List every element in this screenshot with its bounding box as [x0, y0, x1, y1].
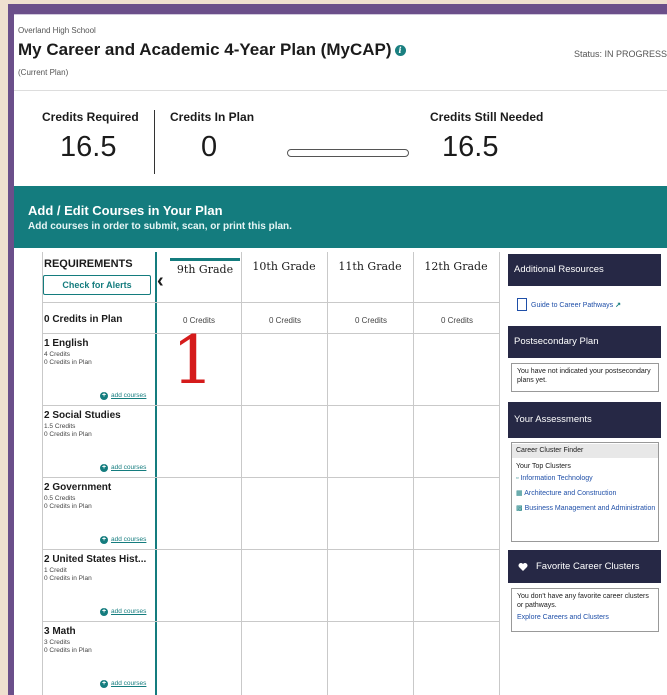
add-courses-label: add courses [111, 608, 147, 615]
add-courses-link[interactable]: + add courses [100, 608, 146, 616]
postsecondary-box: You have not indicated your postsecondar… [511, 363, 659, 392]
grid-line [42, 549, 499, 550]
subject-required-credits: 0.5 Credits [44, 495, 76, 502]
external-link-icon: ↗ [615, 302, 621, 309]
favorites-box: You don't have any favorite career clust… [511, 588, 659, 632]
credits-needed-label: Credits Still Needed [430, 110, 544, 124]
subject-name: 2 Social Studies [44, 410, 121, 421]
plus-icon: + [100, 608, 108, 616]
subject-credits-in-plan: 0 Credits in Plan [44, 431, 92, 438]
grid-line [42, 333, 499, 334]
subject-row: 2 Government 0.5 Credits 0 Credits in Pl… [44, 482, 154, 510]
assessments-heading: Your Assessments [508, 402, 661, 438]
subject-credits-in-plan: 0 Credits in Plan [44, 503, 92, 510]
grade-credits-12th: 0 Credits [440, 316, 473, 325]
subject-row: 3 Math 3 Credits 0 Credits in Plan [44, 626, 154, 654]
computer-icon: ▫ [516, 475, 519, 482]
grid-line [42, 477, 499, 478]
plus-icon: + [100, 392, 108, 400]
info-icon[interactable]: i [394, 45, 406, 56]
favorite-clusters-heading: Favorite Career Clusters [508, 550, 661, 583]
grade-credits-11th: 0 Credits [354, 316, 387, 325]
subject-row: 1 English 4 Credits 0 Credits in Plan [44, 338, 154, 366]
credits-progress-bar [287, 149, 409, 157]
guide-link[interactable]: Guide to Career Pathways ↗ [531, 301, 621, 310]
plus-icon: + [100, 536, 108, 544]
cluster-list: ▫ Information Technology ▦ Architecture … [516, 474, 656, 513]
credits-in-plan-row-label: 0 Credits in Plan [44, 314, 123, 325]
add-courses-link[interactable]: + add courses [100, 392, 146, 400]
top-clusters-label: Your Top Clusters [516, 463, 571, 470]
status-label: Status: IN PROGRESS [573, 49, 667, 59]
briefcase-icon: ▩ [516, 505, 523, 512]
cluster-label: Architecture and Construction [524, 490, 617, 497]
subject-name: 2 United States Hist... [44, 554, 147, 565]
credits-required-value: 16.5 [60, 131, 117, 163]
grade-header-10th: 10th Grade [252, 260, 316, 273]
cluster-item[interactable]: ▦ Architecture and Construction [516, 489, 656, 498]
grade-header-9th: 9th Grade [170, 258, 240, 277]
grid-line [42, 621, 499, 622]
background-strip [0, 0, 8, 695]
resources-box: Guide to Career Pathways ↗ [511, 292, 659, 322]
current-plan-label: (Current Plan) [18, 68, 69, 77]
credits-in-plan-value: 0 [201, 131, 218, 163]
document-icon [517, 298, 527, 311]
subject-credits-in-plan: 0 Credits in Plan [44, 647, 92, 654]
guide-link-label: Guide to Career Pathways [531, 302, 614, 309]
subject-credits-in-plan: 0 Credits in Plan [44, 359, 92, 366]
header-divider [14, 90, 667, 91]
credits-needed-value: 16.5 [442, 131, 499, 163]
subject-row: 2 Social Studies 1.5 Credits 0 Credits i… [44, 410, 154, 438]
explore-careers-link[interactable]: Explore Careers and Clusters [517, 613, 653, 622]
check-alerts-button[interactable]: Check for Alerts [43, 275, 151, 295]
grid-line [42, 252, 43, 695]
cluster-label: Information Technology [520, 475, 593, 482]
page-title: My Career and Academic 4-Year Plan (MyCA… [18, 40, 406, 60]
add-courses-link[interactable]: + add courses [100, 536, 146, 544]
credits-in-plan-label: Credits In Plan [170, 110, 255, 124]
add-courses-label: add courses [111, 536, 147, 543]
requirements-heading: REQUIREMENTS [44, 258, 133, 270]
banner-title: Add / Edit Courses in Your Plan [28, 203, 223, 218]
grade-header-11th: 11th Grade [338, 260, 402, 273]
grid-line [42, 405, 499, 406]
subject-required-credits: 4 Credits [44, 351, 71, 358]
chevron-left-icon[interactable]: ‹ [157, 270, 164, 293]
cluster-label: Business Management and Administration [524, 505, 656, 512]
additional-resources-heading: Additional Resources [508, 254, 661, 286]
subject-name: 2 Government [44, 482, 112, 493]
school-name: Overland High School [18, 26, 96, 35]
postsecondary-text: You have not indicated your postsecondar… [517, 368, 651, 384]
subject-required-credits: 1.5 Credits [44, 423, 76, 430]
plus-icon: + [100, 680, 108, 688]
heart-icon [518, 563, 528, 571]
credits-divider [154, 110, 155, 174]
page-title-text: My Career and Academic 4-Year Plan (MyCA… [18, 40, 392, 59]
favorites-text: You don't have any favorite career clust… [517, 593, 649, 609]
career-cluster-finder-label: Career Cluster Finder [512, 444, 658, 458]
add-courses-link[interactable]: + add courses [100, 464, 146, 472]
plus-icon: + [100, 464, 108, 472]
cluster-item[interactable]: ▩ Business Management and Administration [516, 504, 656, 513]
grade-header-12th: 12th Grade [424, 260, 488, 273]
credits-required-label: Credits Required [42, 110, 139, 124]
grade-credits-10th: 0 Credits [268, 316, 301, 325]
subject-name: 3 Math [44, 626, 76, 637]
add-courses-label: add courses [111, 464, 147, 471]
subject-name: 1 English [44, 338, 89, 349]
add-courses-link[interactable]: + add courses [100, 680, 146, 688]
subject-row: 2 United States Hist... 1 Credit 0 Credi… [44, 554, 154, 582]
banner-subtitle: Add courses in order to submit, scan, or… [28, 221, 292, 232]
add-courses-label: add courses [111, 392, 147, 399]
grid-line [42, 302, 499, 303]
subject-credits-in-plan: 0 Credits in Plan [44, 575, 92, 582]
building-icon: ▦ [516, 490, 523, 497]
postsecondary-heading: Postsecondary Plan [508, 326, 661, 358]
subject-required-credits: 3 Credits [44, 639, 71, 646]
cluster-item[interactable]: ▫ Information Technology [516, 474, 656, 483]
add-courses-label: add courses [111, 680, 147, 687]
subject-required-credits: 1 Credit [44, 567, 67, 574]
annotation-number: 1 [172, 322, 214, 399]
